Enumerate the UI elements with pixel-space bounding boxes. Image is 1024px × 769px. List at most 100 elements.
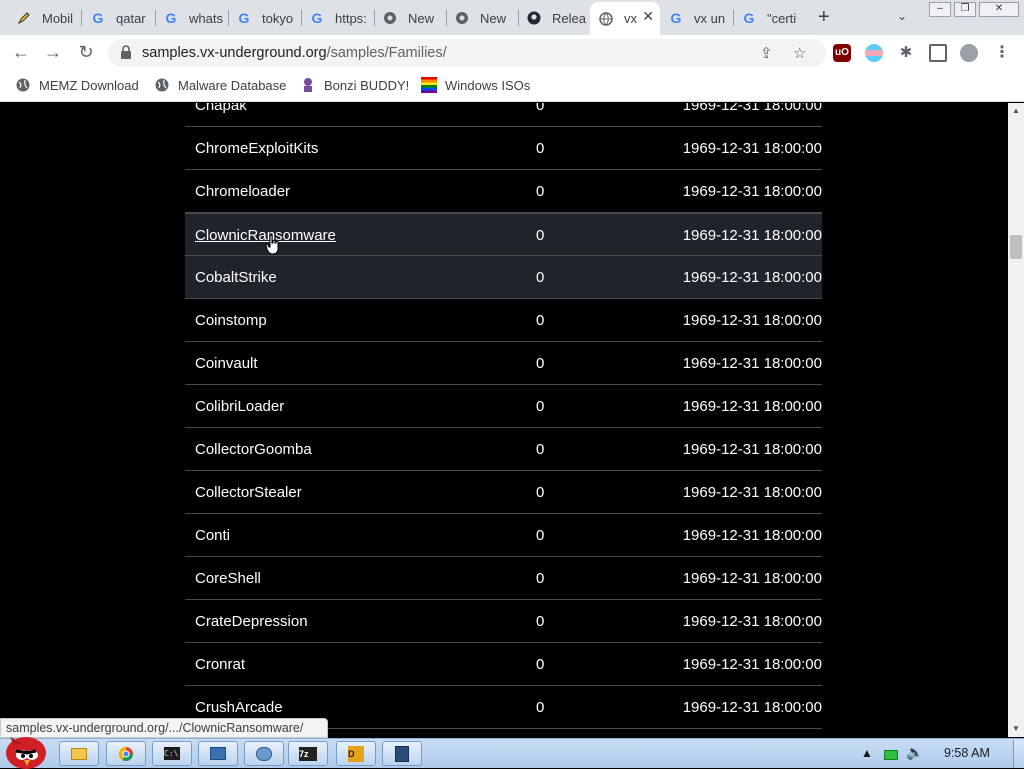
start-button-angry-bird-icon[interactable] — [0, 729, 52, 769]
hand-cursor-icon — [266, 235, 279, 255]
scroll-up-icon[interactable]: ▲ — [1012, 106, 1020, 115]
minimize-button[interactable]: – — [929, 2, 951, 17]
taskbar-dc-button[interactable]: D — [336, 741, 376, 766]
taskbar-network-button[interactable] — [244, 741, 284, 766]
folder-link[interactable]: CoreShell — [195, 570, 261, 587]
bookmark-bonzi-buddy[interactable]: Bonzi BUDDY! — [300, 77, 409, 93]
table-row: Chromeloader 0 1969-12-31 18:00:00 — [185, 170, 822, 213]
address-bar[interactable]: samples.vx-underground.org/samples/Famil… — [108, 39, 826, 67]
calculator-icon — [395, 745, 409, 762]
folder-link[interactable]: CrateDepression — [195, 613, 308, 630]
tab-0[interactable]: Mobil — [8, 4, 80, 32]
tab-4[interactable]: G https: — [301, 4, 373, 32]
file-date: 1969-12-31 18:00:00 — [682, 355, 822, 372]
taskbar-terminal-button[interactable]: C:\ — [152, 741, 192, 766]
folder-link[interactable]: Coinvault — [195, 355, 258, 372]
file-size: 0 — [536, 355, 545, 372]
side-panel-icon[interactable] — [929, 44, 947, 62]
tab-search-icon[interactable]: ⌄ — [897, 9, 907, 23]
window-icon — [210, 747, 226, 760]
taskbar-7zip-button[interactable]: 7z — [288, 741, 328, 766]
close-window-button[interactable]: ✕ — [979, 2, 1019, 17]
url-text[interactable]: samples.vx-underground.org/samples/Famil… — [142, 45, 447, 61]
folder-link[interactable]: CollectorGoomba — [195, 441, 312, 458]
profile-avatar-icon[interactable] — [960, 44, 978, 62]
folder-link[interactable]: Chapak — [195, 103, 247, 114]
folder-link[interactable]: CollectorStealer — [195, 484, 302, 501]
ublock-icon[interactable]: uO — [833, 44, 851, 62]
volume-icon[interactable]: 🔈 — [906, 744, 923, 761]
file-size: 0 — [536, 103, 545, 114]
chrome-icon — [119, 746, 133, 761]
folder-link[interactable]: Conti — [195, 527, 230, 544]
7zip-icon: 7z — [299, 746, 317, 761]
taskbar-clock[interactable]: 9:58 AM — [944, 746, 990, 760]
file-date: 1969-12-31 18:00:00 — [682, 656, 822, 673]
file-size: 0 — [536, 140, 545, 157]
bookmark-malware-database[interactable]: Malware Database — [154, 77, 286, 93]
tab-6[interactable]: New — [446, 4, 518, 32]
file-size: 0 — [536, 527, 545, 544]
scroll-down-icon[interactable]: ▼ — [1012, 724, 1020, 733]
tab-active[interactable]: vx ✕ — [590, 2, 660, 35]
file-date: 1969-12-31 18:00:00 — [682, 484, 822, 501]
extension-flag-icon[interactable] — [865, 44, 883, 62]
bookmark-windows-isos[interactable]: Windows ISOs — [421, 77, 530, 93]
google-icon: G — [670, 10, 682, 26]
table-row: CoreShell 0 1969-12-31 18:00:00 — [185, 557, 822, 600]
folder-link[interactable]: ChromeExploitKits — [195, 140, 318, 157]
extensions-puzzle-icon[interactable]: ✱ — [897, 44, 915, 62]
globe-icon — [598, 11, 614, 27]
taskbar-explorer-button[interactable] — [59, 741, 99, 766]
tab-1[interactable]: G qatar — [82, 4, 154, 32]
bookmark-memz[interactable]: MEMZ Download — [15, 77, 139, 93]
folder-icon — [71, 747, 87, 760]
share-icon[interactable]: ⇪ — [760, 44, 773, 62]
close-tab-icon[interactable]: ✕ — [642, 8, 654, 25]
file-date: 1969-12-31 18:00:00 — [682, 269, 822, 286]
table-row: Cronrat 0 1969-12-31 18:00:00 — [185, 643, 822, 686]
tab-2[interactable]: G whats — [155, 4, 227, 32]
folder-link[interactable]: Cronrat — [195, 656, 245, 673]
taskbar-window-button[interactable] — [198, 741, 238, 766]
folder-link[interactable]: CobaltStrike — [195, 269, 277, 286]
tab-9[interactable]: G vx un — [660, 4, 732, 32]
table-row: ChromeExploitKits 0 1969-12-31 18:00:00 — [185, 127, 822, 170]
file-size: 0 — [536, 656, 545, 673]
show-desktop-button[interactable] — [1013, 740, 1024, 768]
file-size: 0 — [536, 227, 545, 244]
taskbar-chrome-button[interactable] — [106, 741, 146, 766]
github-icon — [526, 10, 542, 26]
file-size: 0 — [536, 484, 545, 501]
scrollbar-thumb[interactable] — [1010, 235, 1022, 259]
back-button[interactable]: ← — [10, 41, 32, 63]
page-scrollbar[interactable]: ▲ ▼ — [1008, 103, 1024, 737]
menu-kebab-icon[interactable]: ⋮ — [993, 44, 1011, 62]
new-tab-button[interactable]: + — [818, 7, 830, 27]
tray-expand-icon[interactable]: ▲ — [861, 746, 873, 760]
folder-link[interactable]: Coinstomp — [195, 312, 267, 329]
forward-button[interactable]: → — [42, 41, 64, 63]
file-date: 1969-12-31 18:00:00 — [682, 227, 822, 244]
table-row: Chapak 0 1969-12-31 18:00:00 — [185, 103, 822, 127]
folder-link[interactable]: Chromeloader — [195, 183, 290, 200]
file-size: 0 — [536, 183, 545, 200]
tab-5[interactable]: New — [374, 4, 446, 32]
bookmark-star-icon[interactable]: ☆ — [793, 44, 806, 62]
tab-10[interactable]: G "certi — [733, 4, 805, 32]
table-row: Coinstomp 0 1969-12-31 18:00:00 — [185, 299, 822, 342]
page-content: Chapak 0 1969-12-31 18:00:00 ChromeExplo… — [0, 103, 1008, 737]
table-row: Conti 0 1969-12-31 18:00:00 — [185, 514, 822, 557]
tab-strip: Mobil G qatar G whats G tokyo G https: N… — [0, 0, 1024, 35]
globe-icon — [15, 77, 31, 93]
tab-7[interactable]: Relea — [518, 4, 590, 32]
tab-3[interactable]: G tokyo — [228, 4, 300, 32]
reload-button[interactable]: ↻ — [75, 41, 97, 63]
battery-icon[interactable] — [884, 750, 898, 760]
taskbar-calculator-button[interactable] — [382, 741, 422, 766]
folder-link[interactable]: ColibriLoader — [195, 398, 284, 415]
google-icon: G — [165, 10, 177, 26]
file-size: 0 — [536, 570, 545, 587]
folder-link[interactable]: CrushArcade — [195, 699, 283, 716]
maximize-button[interactable]: ❐ — [954, 2, 976, 17]
